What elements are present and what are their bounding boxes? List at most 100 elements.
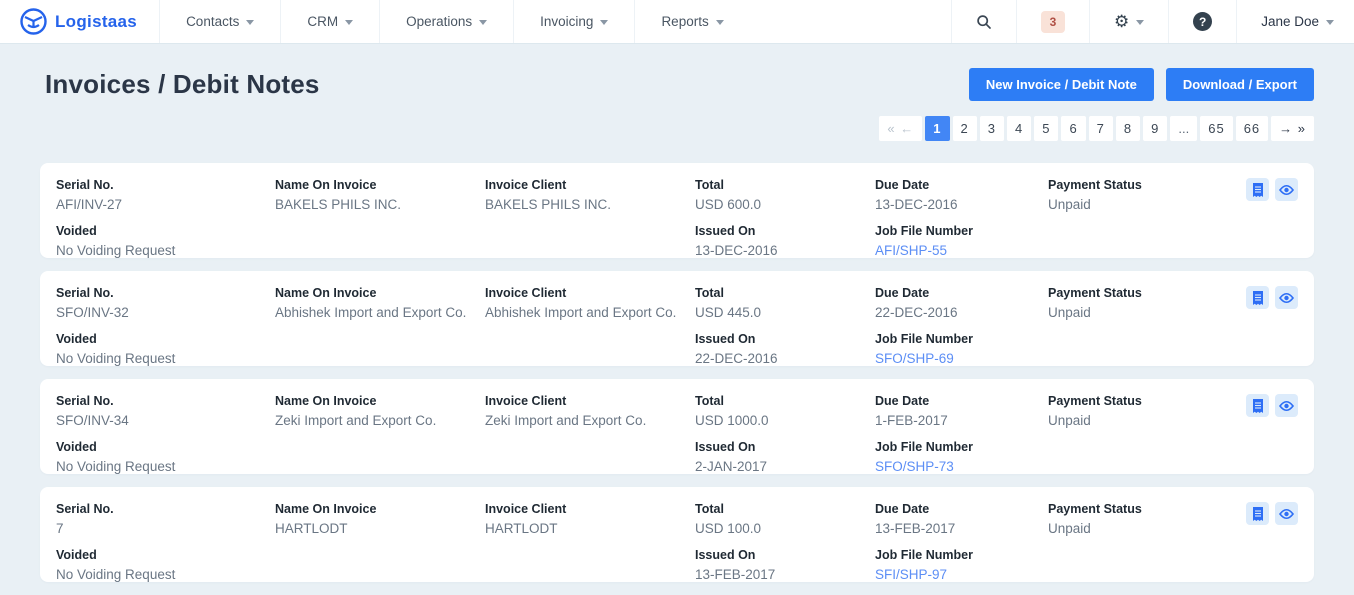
view-invoice-button[interactable] [1275, 178, 1298, 201]
nav-item-reports[interactable]: Reports [635, 0, 749, 43]
nav-item-invoicing[interactable]: Invoicing [514, 0, 636, 43]
due-date-value: 22-DEC-2016 [875, 305, 958, 320]
total-value: USD 445.0 [695, 305, 762, 320]
nav-item-contacts[interactable]: Contacts [160, 0, 282, 43]
view-invoice-button[interactable] [1275, 394, 1298, 417]
settings-menu[interactable]: ⚙ [1088, 0, 1168, 43]
nav-item-crm[interactable]: CRM [281, 0, 381, 43]
pagination-page-2[interactable]: 2 [952, 116, 977, 141]
brand-name: Logistaas [55, 11, 138, 31]
name-on-invoice-label: Name On Invoice [275, 502, 377, 516]
eye-icon [1279, 508, 1294, 520]
total-label: Total [695, 394, 724, 408]
receipt-icon [1252, 182, 1264, 197]
brand[interactable]: Logistaas [0, 0, 161, 43]
pagination-page-3[interactable]: 3 [979, 116, 1004, 141]
voided-value: No Voiding Request [56, 242, 176, 258]
pagination-page-65[interactable]: 65 [1200, 116, 1233, 141]
invoice-details-button[interactable] [1246, 286, 1269, 309]
nav-item-operations[interactable]: Operations [380, 0, 515, 43]
total-value: USD 600.0 [695, 197, 762, 212]
issued-on-value: 13-FEB-2017 [695, 566, 776, 582]
pagination-page-8[interactable]: 8 [1115, 116, 1141, 141]
invoice-client-label: Invoice Client [485, 394, 567, 408]
invoice-client-value: Abhishek Import and Export Co. [485, 305, 677, 320]
pagination-page-66[interactable]: 66 [1235, 116, 1269, 141]
invoice-details-button[interactable] [1246, 178, 1269, 201]
payment-status-value: Unpaid [1048, 521, 1091, 536]
chevron-down-icon [1136, 20, 1145, 25]
pagination-page-4[interactable]: 4 [1006, 116, 1032, 141]
name-on-invoice-label: Name On Invoice [275, 286, 377, 300]
eye-icon [1279, 184, 1294, 196]
pagination-ellipsis: ... [1170, 116, 1198, 141]
issued-on-value: 2-JAN-2017 [695, 458, 768, 474]
invoice-client-label: Invoice Client [485, 286, 567, 300]
eye-icon [1279, 400, 1294, 412]
invoice-card: Serial No. SFO/INV-34 Voided No Voiding … [40, 379, 1314, 474]
serial-no-value: 7 [56, 521, 64, 536]
user-menu[interactable]: Jane Doe [1236, 0, 1354, 43]
name-on-invoice-label: Name On Invoice [275, 394, 377, 408]
total-value: USD 100.0 [695, 521, 762, 536]
job-file-number-link[interactable]: SFO/SHP-69 [875, 351, 1048, 368]
due-date-label: Due Date [875, 178, 930, 192]
name-on-invoice-value: BAKELS PHILS INC. [275, 197, 402, 212]
invoice-client-value: BAKELS PHILS INC. [485, 197, 612, 212]
job-file-number-link[interactable]: SFI/SHP-97 [875, 567, 1048, 584]
search-button[interactable] [950, 0, 1016, 43]
issued-on-value: 22-DEC-2016 [695, 350, 778, 366]
serial-no-label: Serial No. [56, 286, 114, 300]
pagination-prev[interactable]: « ← [879, 116, 923, 141]
page-title: Invoices / Debit Notes [45, 69, 320, 99]
serial-no-value: SFO/INV-34 [56, 413, 129, 428]
name-on-invoice-value: Zeki Import and Export Co. [275, 413, 437, 428]
chevron-down-icon [479, 20, 488, 25]
serial-no-label: Serial No. [56, 394, 114, 408]
pagination: « ← 1 2 3 4 5 6 7 8 9... 65 66 → » [879, 116, 1314, 141]
serial-no-label: Serial No. [56, 502, 114, 516]
gear-icon: ⚙ [1113, 12, 1130, 31]
view-invoice-button[interactable] [1275, 286, 1298, 309]
invoice-list: Serial No. AFI/INV-27 Voided No Voiding … [40, 163, 1314, 582]
pagination-page-6[interactable]: 6 [1061, 116, 1086, 141]
pagination-page-5[interactable]: 5 [1034, 116, 1059, 141]
chevron-down-icon [715, 20, 724, 25]
download-export-button[interactable]: Download / Export [1165, 68, 1314, 101]
notification-count-badge: 3 [1040, 10, 1065, 33]
invoice-client-value: HARTLODT [485, 521, 558, 536]
chevron-down-icon [345, 20, 354, 25]
pagination-page-9[interactable]: 9 [1143, 116, 1168, 141]
notifications-button[interactable]: 3 [1015, 0, 1089, 43]
voided-label: Voided [56, 547, 97, 562]
voided-label: Voided [56, 331, 97, 346]
chevron-down-icon [1326, 20, 1334, 25]
payment-status-label: Payment Status [1048, 394, 1142, 408]
help-button[interactable]: ? [1168, 0, 1236, 43]
view-invoice-button[interactable] [1275, 502, 1298, 525]
invoice-details-button[interactable] [1246, 394, 1269, 417]
receipt-icon [1252, 398, 1264, 413]
voided-label: Voided [56, 439, 97, 454]
name-on-invoice-value: Abhishek Import and Export Co. [275, 305, 467, 320]
pagination-next[interactable]: → » [1271, 116, 1314, 141]
total-label: Total [695, 178, 724, 192]
voided-label: Voided [56, 223, 97, 238]
job-file-number-link[interactable]: SFO/SHP-73 [875, 459, 1048, 476]
issued-on-value: 13-DEC-2016 [695, 242, 778, 258]
issued-on-label: Issued On [695, 547, 756, 562]
due-date-label: Due Date [875, 502, 930, 516]
due-date-value: 13-DEC-2016 [875, 197, 958, 212]
name-on-invoice-label: Name On Invoice [275, 178, 377, 192]
new-invoice-button[interactable]: New Invoice / Debit Note [968, 68, 1154, 101]
invoice-details-button[interactable] [1246, 502, 1269, 525]
invoice-card: Serial No. SFO/INV-32 Voided No Voiding … [40, 271, 1314, 366]
pagination-page-7[interactable]: 7 [1088, 116, 1113, 141]
pagination-page-1[interactable]: 1 [925, 116, 950, 141]
serial-no-value: AFI/INV-27 [56, 197, 123, 212]
logistaas-logo-icon [20, 8, 47, 35]
invoice-client-value: Zeki Import and Export Co. [485, 413, 647, 428]
job-file-number-link[interactable]: AFI/SHP-55 [875, 243, 1048, 260]
due-date-label: Due Date [875, 394, 930, 408]
nav-item-label: Invoicing [540, 14, 594, 29]
